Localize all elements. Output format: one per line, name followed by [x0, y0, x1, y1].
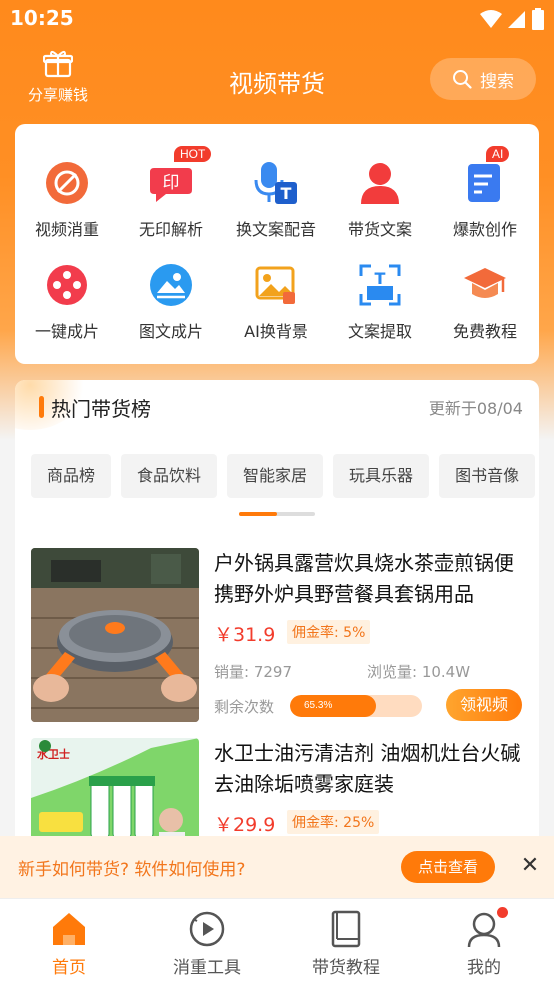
- tab-label: 我的: [467, 958, 501, 978]
- product-item[interactable]: 水卫士 水卫士油污清洁剂 油烟机灶台火碱去油除垢喷雾家庭装 ￥29.9 佣金率:…: [31, 738, 531, 850]
- tool-text-extract[interactable]: T 文案提取: [328, 262, 432, 342]
- tool-one-click-film[interactable]: 一键成片: [15, 262, 119, 342]
- tab-label: 消重工具: [173, 958, 241, 978]
- tool-label: 视频消重: [34, 220, 99, 239]
- image-swap-icon: [253, 262, 299, 308]
- tip-text: 新手如何带货? 软件如何使用?: [18, 860, 246, 880]
- tool-video-dedupe[interactable]: 视频消重: [15, 160, 119, 240]
- hot-badge: HOT: [174, 146, 212, 162]
- stamp-icon: 印 HOT: [148, 146, 212, 206]
- svg-text:印: 印: [163, 173, 180, 193]
- svg-text:T: T: [281, 184, 292, 203]
- hot-ranking-title: 热门带货榜: [51, 397, 151, 421]
- no-repeat-icon: [44, 160, 90, 206]
- category-tab[interactable]: 食品饮料: [121, 454, 218, 498]
- book-icon: [326, 909, 366, 949]
- search-icon: [453, 70, 472, 89]
- search-button[interactable]: 搜索: [430, 58, 536, 100]
- category-tabs: 商品榜 食品饮料 智能家居 玩具乐器 图书音像: [31, 454, 536, 498]
- commission-badge: 佣金率: 25%: [287, 810, 380, 834]
- category-scroll-indicator: [239, 512, 315, 516]
- profile-icon: [464, 907, 508, 949]
- tool-dubbing[interactable]: T 换文案配音: [224, 160, 328, 240]
- tool-free-tutorial[interactable]: 免费教程: [433, 262, 537, 342]
- tool-watermark-parse[interactable]: 印 HOT 无印解析: [119, 146, 223, 240]
- graduation-cap-icon: [462, 262, 508, 308]
- status-icons: [480, 8, 544, 30]
- tab-dedupe-tools[interactable]: 消重工具: [157, 909, 257, 978]
- tab-home[interactable]: 首页: [19, 909, 119, 978]
- updated-date: 更新于08/04: [428, 399, 523, 418]
- wifi-icon: [480, 10, 502, 28]
- search-label: 搜索: [480, 71, 514, 92]
- mic-text-icon: T: [253, 160, 299, 206]
- product-image: [31, 548, 199, 722]
- view-tip-button[interactable]: 点击查看: [401, 851, 495, 883]
- tool-label: 文案提取: [347, 322, 412, 341]
- tool-label: 带货文案: [347, 220, 412, 239]
- newbie-tip-bar: 新手如何带货? 软件如何使用? 点击查看 ✕: [0, 836, 554, 898]
- bottom-tab-bar: 首页 消重工具 带货教程 我的: [0, 898, 554, 984]
- category-tab[interactable]: 玩具乐器: [333, 454, 430, 498]
- tab-me[interactable]: 我的: [434, 907, 534, 978]
- tool-sales-copy[interactable]: 带货文案: [328, 160, 432, 240]
- document-edit-icon: AI: [462, 146, 510, 206]
- tool-label: 图文成片: [138, 322, 203, 341]
- svg-text:T: T: [375, 269, 386, 288]
- category-tab[interactable]: 商品榜: [31, 454, 112, 498]
- status-bar: 10:25: [0, 0, 554, 38]
- remaining-progress: 65.3%: [290, 695, 422, 717]
- notification-dot: [497, 907, 508, 918]
- tool-image-to-film[interactable]: 图文成片: [119, 262, 223, 342]
- ai-badge: AI: [486, 146, 510, 162]
- tool-label: AI换背景: [244, 322, 308, 341]
- get-video-button[interactable]: 领视频: [446, 689, 522, 721]
- text-scan-icon: T: [357, 262, 403, 308]
- tab-label: 首页: [52, 958, 86, 978]
- tool-label: 爆款创作: [452, 220, 517, 239]
- tool-label: 免费教程: [452, 322, 517, 341]
- tool-hit-creation[interactable]: AI 爆款创作: [433, 146, 537, 240]
- commission-badge: 佣金率: 5%: [287, 620, 371, 644]
- product-item[interactable]: 户外锅具露营炊具烧水茶壶煎锅便携野外炉具野营餐具套锅用品 ￥31.9 佣金率: …: [31, 548, 531, 724]
- category-tab[interactable]: 图书音像: [439, 454, 536, 498]
- product-title: 户外锅具露营炊具烧水茶壶煎锅便携野外炉具野营餐具套锅用品: [214, 551, 514, 606]
- image-circle-icon: [148, 262, 194, 308]
- product-title: 水卫士油污清洁剂 油烟机灶台火碱去油除垢喷雾家庭装: [214, 741, 521, 796]
- sales-count: 销量: 7297: [214, 663, 292, 681]
- tool-ai-background[interactable]: AI换背景: [224, 262, 328, 342]
- tool-label: 无印解析: [138, 220, 203, 239]
- tools-grid: 视频消重 印 HOT 无印解析 T 换文案配音 带货文案 AI 爆款创作 一键成…: [15, 124, 539, 364]
- category-tab[interactable]: 智能家居: [227, 454, 324, 498]
- film-reel-icon: [44, 262, 90, 308]
- signal-icon: [508, 11, 525, 28]
- title-accent-bar: [39, 396, 44, 418]
- tool-label: 换文案配音: [235, 220, 316, 239]
- close-icon[interactable]: ✕: [516, 852, 544, 880]
- hot-ranking-card: 热门带货榜 更新于08/04 商品榜 食品饮料 智能家居 玩具乐器 图书音像 户…: [15, 380, 539, 850]
- tab-tutorials[interactable]: 带货教程: [296, 909, 396, 978]
- product-price: ￥29.9: [214, 814, 276, 836]
- app-header: 分享赚钱 视频带货 搜索: [0, 38, 554, 118]
- progress-fill: 65.3%: [290, 695, 377, 717]
- user-icon: [357, 160, 403, 206]
- status-time: 10:25: [10, 6, 74, 30]
- product-image: 水卫士: [31, 738, 199, 850]
- product-price: ￥31.9: [214, 624, 276, 646]
- remaining-label: 剩余次数: [214, 698, 275, 716]
- tab-label: 带货教程: [312, 958, 380, 978]
- tool-label: 一键成片: [34, 322, 99, 341]
- play-circle-icon: [187, 909, 227, 949]
- home-icon: [49, 909, 89, 949]
- battery-icon: [532, 8, 544, 30]
- view-count: 浏览量: 10.4W: [367, 663, 471, 681]
